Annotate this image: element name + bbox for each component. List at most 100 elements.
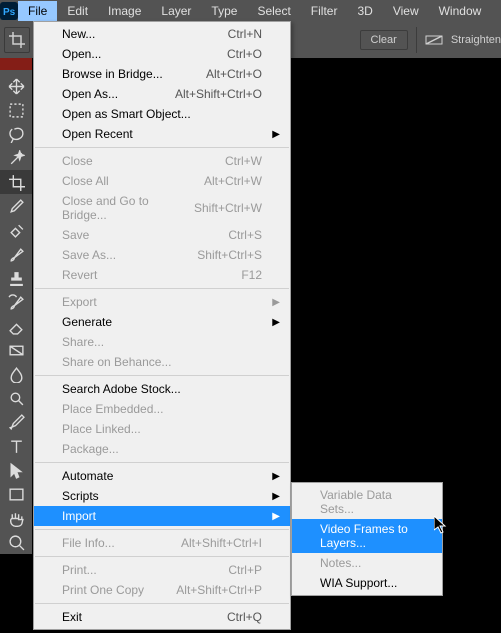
- tool-gradient[interactable]: [0, 338, 32, 362]
- menu-shortcut: F12: [241, 268, 262, 282]
- menu-item-new[interactable]: New...Ctrl+N: [34, 24, 290, 44]
- menu-item-open-as[interactable]: Open As...Alt+Shift+Ctrl+O: [34, 84, 290, 104]
- tool-eyedropper[interactable]: [0, 194, 32, 218]
- menu-item-type[interactable]: Type: [201, 1, 247, 21]
- tool-lasso[interactable]: [0, 122, 32, 146]
- menu-shortcut: Ctrl+W: [225, 154, 262, 168]
- menu-item-3d[interactable]: 3D: [347, 1, 382, 21]
- submenu-arrow-icon: ▶: [272, 471, 280, 482]
- menu-item-edit[interactable]: Edit: [57, 1, 98, 21]
- tool-history-brush[interactable]: [0, 290, 32, 314]
- tool-magic-wand[interactable]: [0, 146, 32, 170]
- menu-item-browse-in-bridge[interactable]: Browse in Bridge...Alt+Ctrl+O: [34, 64, 290, 84]
- menu-label: Save As...: [62, 248, 197, 262]
- submenu-item-notes: Notes...: [292, 553, 442, 573]
- submenu-arrow-icon: ▶: [272, 129, 280, 140]
- menu-item-save-as: Save As...Shift+Ctrl+S: [34, 245, 290, 265]
- menu-item-open-as-smart-object[interactable]: Open as Smart Object...: [34, 104, 290, 124]
- menu-label: Place Embedded...: [62, 402, 262, 416]
- menu-item-scripts[interactable]: Scripts▶: [34, 486, 290, 506]
- tool-stamp[interactable]: [0, 266, 32, 290]
- menu-item-open[interactable]: Open...Ctrl+O: [34, 44, 290, 64]
- tool-eraser[interactable]: [0, 314, 32, 338]
- menu-separator: [35, 288, 289, 289]
- menu-label: New...: [62, 27, 228, 41]
- menu-item-save: SaveCtrl+S: [34, 225, 290, 245]
- submenu-arrow-icon: ▶: [272, 511, 280, 522]
- menu-label: Print...: [62, 563, 228, 577]
- menu-label: Revert: [62, 268, 241, 282]
- menu-label: Open...: [62, 47, 227, 61]
- menu-item-filter[interactable]: Filter: [301, 1, 348, 21]
- menu-item-search-adobe-stock[interactable]: Search Adobe Stock...: [34, 379, 290, 399]
- menu-shortcut: Ctrl+O: [227, 47, 262, 61]
- divider: [416, 27, 417, 53]
- tool-crop[interactable]: [0, 170, 32, 194]
- menu-label: Search Adobe Stock...: [62, 382, 262, 396]
- straighten-label[interactable]: Straighten: [451, 34, 501, 46]
- menu-shortcut: Ctrl+S: [228, 228, 262, 242]
- menu-item-help[interactable]: Help: [491, 1, 501, 21]
- tool-move[interactable]: [0, 74, 32, 98]
- tool-preset-crop-icon[interactable]: [4, 27, 30, 53]
- tool-dodge[interactable]: [0, 386, 32, 410]
- tool-brush[interactable]: [0, 242, 32, 266]
- menu-item-image[interactable]: Image: [98, 1, 151, 21]
- menu-item-automate[interactable]: Automate▶: [34, 466, 290, 486]
- menu-item-export: Export ▶: [34, 292, 290, 312]
- svg-text:Ps: Ps: [3, 7, 16, 18]
- tool-marquee[interactable]: [0, 98, 32, 122]
- menu-separator: [35, 147, 289, 148]
- menu-label: Print One Copy: [62, 583, 176, 597]
- straighten-icon[interactable]: [425, 33, 443, 47]
- menu-item-generate[interactable]: Generate▶: [34, 312, 290, 332]
- menu-shortcut: Shift+Ctrl+S: [197, 248, 262, 262]
- menu-item-print-one-copy: Print One CopyAlt+Shift+Ctrl+P: [34, 580, 290, 600]
- submenu-arrow-icon: ▶: [272, 297, 280, 308]
- menu-item-exit[interactable]: ExitCtrl+Q: [34, 607, 290, 627]
- menu-label: Generate: [62, 315, 262, 329]
- menu-shortcut: Alt+Shift+Ctrl+P: [176, 583, 262, 597]
- menu-label: Variable Data Sets...: [320, 488, 414, 516]
- menu-label: File Info...: [62, 536, 181, 550]
- tool-rectangle[interactable]: [0, 482, 32, 506]
- file-menu-dropdown: New...Ctrl+NOpen...Ctrl+OBrowse in Bridg…: [33, 21, 291, 630]
- menu-shortcut: Shift+Ctrl+W: [194, 201, 262, 215]
- window-titlebar: Ps FileEditImageLayerTypeSelectFilter3DV…: [0, 0, 501, 22]
- tool-hand[interactable]: [0, 506, 32, 530]
- menu-label: Export: [62, 295, 262, 309]
- menu-label: WIA Support...: [320, 576, 414, 590]
- menu-shortcut: Alt+Ctrl+W: [204, 174, 262, 188]
- menu-item-place-linked: Place Linked...: [34, 419, 290, 439]
- menu-item-view[interactable]: View: [383, 1, 429, 21]
- tool-path-select[interactable]: [0, 458, 32, 482]
- color-strip: [0, 58, 32, 70]
- menu-item-package: Package...: [34, 439, 290, 459]
- clear-button[interactable]: Clear: [360, 30, 408, 50]
- menu-separator: [35, 375, 289, 376]
- tool-type[interactable]: [0, 434, 32, 458]
- submenu-item-wia-support[interactable]: WIA Support...: [292, 573, 442, 593]
- menu-item-file[interactable]: File: [18, 1, 57, 21]
- tool-blur[interactable]: [0, 362, 32, 386]
- menu-separator: [35, 462, 289, 463]
- menu-item-import[interactable]: Import ▶: [34, 506, 290, 526]
- menu-label: Share...: [62, 335, 262, 349]
- menu-item-window[interactable]: Window: [429, 1, 492, 21]
- menu-item-open-recent[interactable]: Open Recent▶: [34, 124, 290, 144]
- submenu-arrow-icon: ▶: [272, 491, 280, 502]
- menu-label: Close: [62, 154, 225, 168]
- submenu-item-video-frames-to-layers[interactable]: Video Frames to Layers...: [292, 519, 442, 553]
- menu-label: Import: [62, 509, 262, 523]
- tool-zoom[interactable]: [0, 530, 32, 554]
- menu-separator: [35, 529, 289, 530]
- menu-item-close-all: Close AllAlt+Ctrl+W: [34, 171, 290, 191]
- menu-label: Share on Behance...: [62, 355, 262, 369]
- tool-healing[interactable]: [0, 218, 32, 242]
- tool-pen[interactable]: [0, 410, 32, 434]
- menu-shortcut: Alt+Ctrl+O: [206, 67, 262, 81]
- menu-label: Close All: [62, 174, 204, 188]
- photoshop-logo: Ps: [0, 0, 18, 22]
- menu-item-select[interactable]: Select: [247, 1, 300, 21]
- menu-item-layer[interactable]: Layer: [151, 1, 201, 21]
